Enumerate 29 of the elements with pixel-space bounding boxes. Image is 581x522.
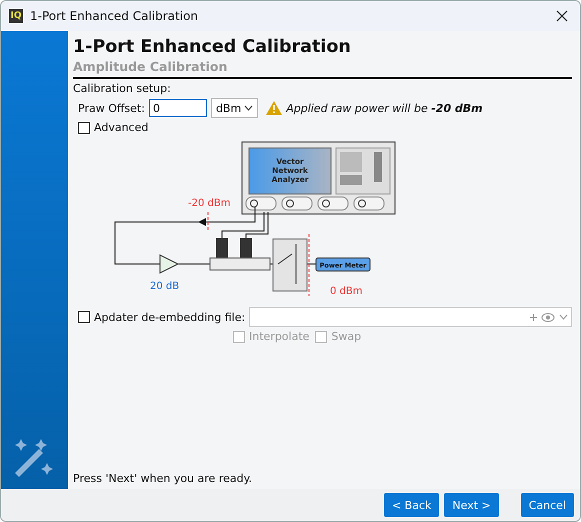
wizard-button[interactable]: Next > <box>444 493 499 517</box>
checkbox-label: Apdater de-embedding file: <box>94 310 246 324</box>
unit-dropdown[interactable]: dBm <box>210 98 258 118</box>
checkbox[interactable] <box>78 122 90 134</box>
checkbox-label: Advanced <box>94 121 148 134</box>
window-title: 1-Port Enhanced Calibration <box>30 9 200 23</box>
close-icon <box>556 10 568 22</box>
checkbox-label: Interpolate <box>249 330 310 343</box>
offset-field[interactable]: 0 <box>148 99 207 117</box>
file-field[interactable] <box>249 307 572 327</box>
warning-text: Applied raw power will be -20 dBm <box>286 102 483 114</box>
section-label: Calibration setup: <box>73 82 172 95</box>
eye-icon[interactable] <box>541 312 555 322</box>
warning-icon <box>266 101 282 115</box>
field-label: Praw Offset: <box>78 102 145 114</box>
checkbox-label: Swap <box>331 330 362 343</box>
chevron-down-icon[interactable] <box>559 314 568 320</box>
chevron-down-icon <box>244 105 254 111</box>
status-text: Press 'Next' when you are ready. <box>73 472 254 485</box>
input-level-label: -20 dBm <box>188 198 230 209</box>
wizard-button[interactable]: < Back <box>384 493 440 517</box>
plus-icon[interactable] <box>530 314 537 320</box>
meter-level-label: 0 dBm <box>330 286 362 297</box>
gain-label: 20 dB <box>150 281 180 292</box>
checkbox[interactable] <box>78 311 90 323</box>
wizard-button[interactable]: Cancel <box>520 493 574 517</box>
page-title: 1-Port Enhanced Calibration <box>73 37 352 57</box>
app-logo: IQ <box>9 9 23 23</box>
page-subtitle: Amplitude Calibration <box>73 59 228 74</box>
